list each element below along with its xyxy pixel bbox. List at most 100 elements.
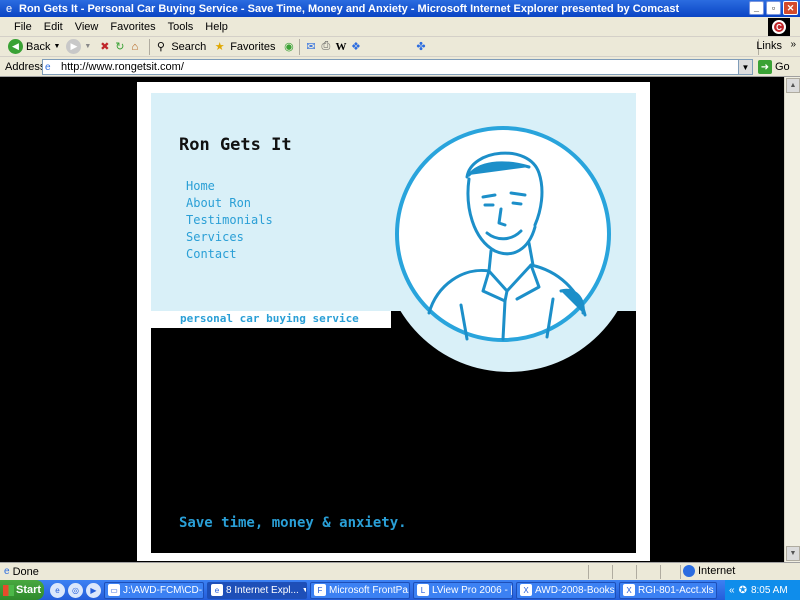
menu-edit[interactable]: Edit — [38, 21, 69, 33]
status-divider — [612, 565, 613, 579]
minimize-button[interactable]: _ — [749, 1, 764, 15]
status-bar: e Done Internet — [0, 562, 800, 580]
scroll-up-icon[interactable]: ▲ — [786, 78, 800, 93]
menu-view[interactable]: View — [69, 21, 105, 33]
forward-arrow-icon: ▶ — [66, 39, 82, 54]
search-icon: ⚲ — [156, 41, 165, 53]
search-label: Search — [171, 40, 207, 53]
favorites-label: Favorites — [230, 40, 276, 53]
page-icon: e — [45, 61, 51, 73]
taskbar-item-internet-explorer[interactable]: e 8 Internet Expl... ▼ — [207, 581, 307, 599]
search-button[interactable]: ⚲ Search — [153, 39, 206, 54]
page-viewport: Ron Gets It Home About Ron Testimonials … — [0, 77, 784, 562]
frontpage-icon: F — [314, 584, 326, 596]
task-label: Microsoft FrontPa... — [329, 584, 410, 596]
vertical-scrollbar[interactable]: ▲ ▼ — [784, 77, 800, 562]
task-label: LView Pro 2006 - [... — [432, 584, 513, 596]
menu-favorites[interactable]: Favorites — [104, 21, 161, 33]
links-chevron-icon[interactable]: » — [790, 39, 796, 50]
network-icon[interactable]: ✪ — [739, 585, 747, 596]
print-icon[interactable]: ⎙ — [318, 39, 333, 54]
status-divider — [680, 565, 681, 579]
stop-icon[interactable]: ✖ — [97, 39, 112, 54]
group-dropdown-icon: ▼ — [302, 587, 306, 594]
system-tray: « ✪ 8:05 AM — [725, 580, 800, 600]
task-label: AWD-2008-Books.xls — [535, 584, 615, 596]
excel-icon: X — [623, 584, 635, 596]
back-arrow-icon: ◀ — [8, 39, 23, 54]
taskbar-item-frontpage[interactable]: F Microsoft FrontPa... — [310, 581, 410, 599]
site-frame: Ron Gets It Home About Ron Testimonials … — [137, 82, 650, 561]
home-icon[interactable]: ⌂ — [127, 39, 142, 54]
window-title: Ron Gets It - Personal Car Buying Servic… — [19, 2, 680, 15]
discuss-icon[interactable]: ❖ — [348, 39, 363, 54]
excel-icon: X — [520, 584, 532, 596]
favorites-star-icon: ★ — [214, 41, 225, 53]
menu-tools[interactable]: Tools — [162, 21, 200, 33]
task-label: 8 Internet Expl... — [226, 584, 299, 596]
windows-flag-icon — [3, 584, 14, 596]
site-tagline: personal car buying service — [180, 312, 359, 325]
ie-icon: e — [5, 2, 13, 15]
folder-icon: ▭ — [108, 584, 120, 596]
window-titlebar: e Ron Gets It - Personal Car Buying Serv… — [0, 0, 800, 17]
maximize-button[interactable]: ▫ — [766, 1, 781, 15]
address-dropdown-icon[interactable]: ▼ — [738, 60, 752, 74]
clock[interactable]: 8:05 AM — [751, 585, 788, 596]
links-button[interactable]: Links — [756, 40, 782, 52]
status-message: e Done — [4, 566, 39, 578]
comcast-logo-letter: C — [772, 20, 786, 34]
go-button[interactable]: ➜ Go — [758, 60, 790, 74]
ie-icon: e — [211, 584, 223, 596]
taskbar-item-folder[interactable]: ▭ J:\AWD-FCM\CD-... — [104, 581, 204, 599]
refresh-icon[interactable]: ↻ — [112, 39, 127, 54]
status-page-icon: e — [4, 566, 10, 577]
taskbar-item-lview[interactable]: L LView Pro 2006 - [... — [413, 581, 513, 599]
nav-testimonials[interactable]: Testimonials — [186, 212, 273, 229]
nav-contact[interactable]: Contact — [186, 246, 273, 263]
zone-label: Internet — [698, 565, 736, 577]
ie-quicklaunch-icon[interactable]: e — [50, 582, 65, 598]
back-button[interactable]: ◀ Back ▼ — [8, 39, 60, 54]
menu-bar: File Edit View Favorites Tools Help C — [0, 17, 800, 37]
menu-file[interactable]: File — [8, 21, 38, 33]
start-label: Start — [16, 584, 42, 596]
start-button[interactable]: Start — [0, 580, 44, 600]
scroll-down-icon[interactable]: ▼ — [786, 546, 800, 561]
go-arrow-icon: ➜ — [758, 60, 772, 74]
menu-help[interactable]: Help — [199, 21, 234, 33]
address-url[interactable]: http://www.rongetsit.com/ — [61, 61, 184, 73]
site-slogan: Save time, money & anxiety. — [179, 515, 407, 531]
address-label: Address — [5, 60, 46, 73]
forward-button[interactable]: ▶ ▼ — [66, 39, 91, 54]
address-bar: Address e http://www.rongetsit.com/ ▼ ➜ … — [0, 57, 800, 77]
status-divider — [660, 565, 661, 579]
word-edit-icon[interactable]: W — [333, 39, 348, 54]
close-button[interactable]: ✕ — [783, 1, 798, 15]
taskbar-item-excel-acct[interactable]: X RGI-801-Acct.xls — [619, 581, 717, 599]
ron-portrait — [382, 118, 636, 372]
back-label: Back — [26, 40, 51, 53]
forward-dropdown-icon: ▼ — [84, 43, 92, 50]
quick-launch: e ◎ ▶ — [50, 582, 101, 598]
favorites-button[interactable]: ★ Favorites — [212, 39, 276, 54]
browser-quicklaunch-icon[interactable]: ◎ — [68, 582, 83, 598]
lview-icon: L — [417, 584, 429, 596]
status-divider — [636, 565, 637, 579]
nav-services[interactable]: Services — [186, 229, 273, 246]
site-content: Ron Gets It Home About Ron Testimonials … — [151, 93, 636, 553]
tray-expand-icon[interactable]: « — [729, 585, 735, 596]
nav-home[interactable]: Home — [186, 178, 273, 195]
status-divider — [588, 565, 589, 579]
messenger-icon[interactable]: ✤ — [413, 39, 428, 54]
address-input[interactable]: e http://www.rongetsit.com/ ▼ — [42, 59, 753, 75]
standard-toolbar: ◀ Back ▼ ▶ ▼ ✖ ↻ ⌂ ⚲ Search ★ Favorites … — [0, 37, 800, 57]
mail-icon[interactable]: ✉ — [303, 39, 318, 54]
nav-about-ron[interactable]: About Ron — [186, 195, 273, 212]
media-icon[interactable]: ◉ — [281, 39, 296, 54]
site-title: Ron Gets It — [179, 135, 292, 155]
portrait-circle — [395, 126, 611, 342]
media-player-quicklaunch-icon[interactable]: ▶ — [86, 582, 101, 598]
taskbar-item-excel-books[interactable]: X AWD-2008-Books.xls — [516, 581, 616, 599]
globe-icon — [683, 565, 695, 577]
